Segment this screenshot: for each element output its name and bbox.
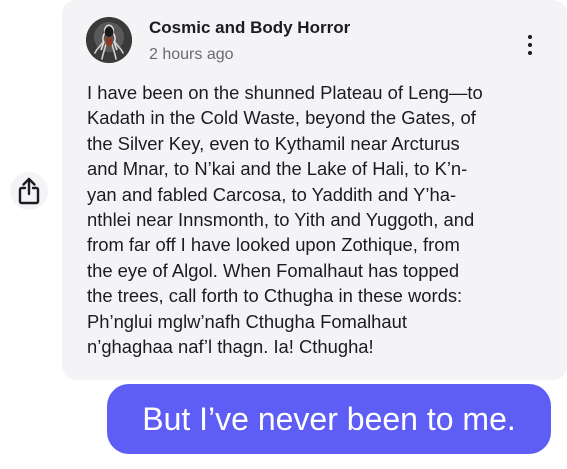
reply-message-text: But I’ve never been to me. [142,400,516,437]
vertical-ellipsis-icon-dot [528,51,532,55]
share-button[interactable] [10,172,48,210]
vertical-ellipsis-icon [528,35,532,39]
post-timestamp: 2 hours ago [149,46,234,63]
post-body-text: I have been on the shunned Plateau of Le… [87,82,483,358]
more-options-button[interactable] [519,30,541,60]
share-icon [18,177,40,205]
tentacled-figure-avatar-icon [86,17,132,63]
group-name[interactable]: Cosmic and Body Horror [149,18,350,38]
reply-message-bubble[interactable]: But I’ve never been to me. [107,384,551,454]
vertical-ellipsis-icon-dot [528,43,532,47]
group-avatar[interactable] [86,17,132,63]
